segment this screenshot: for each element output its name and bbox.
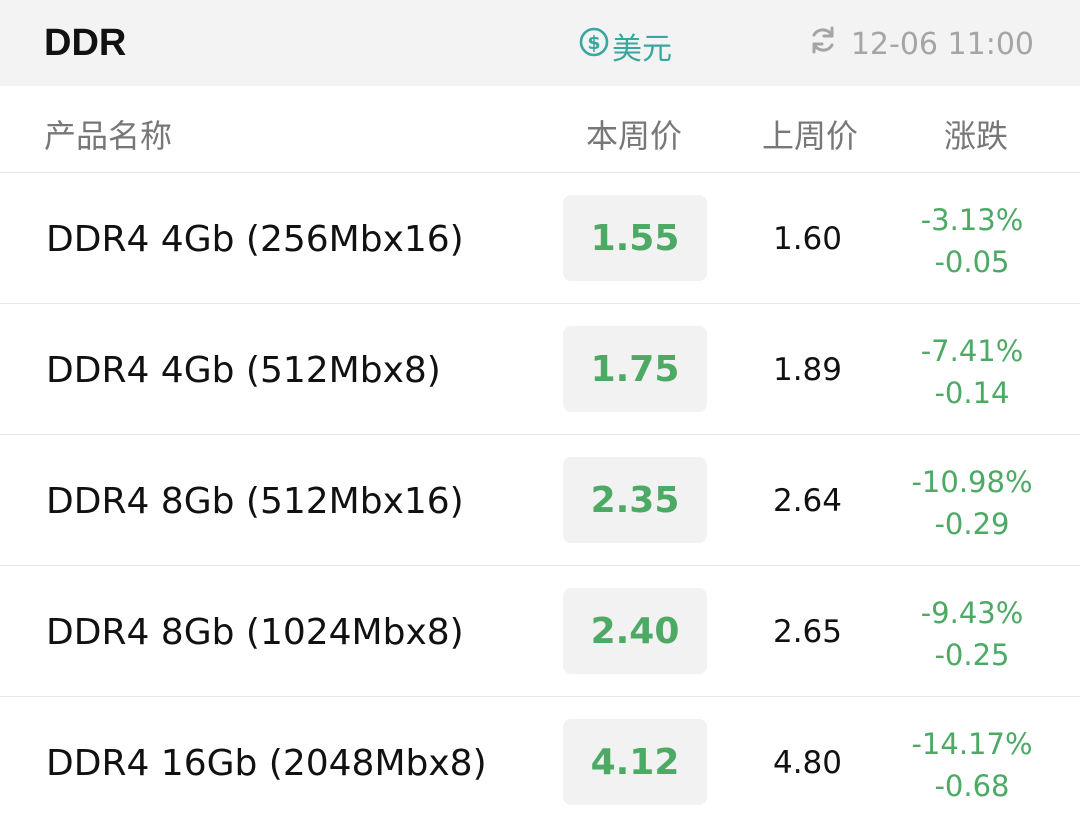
current-price: 1.55 <box>563 195 707 281</box>
table-row[interactable]: DDR4 4Gb (256Mbx16) 1.55 1.60 -3.13% -0.… <box>0 173 1080 304</box>
change-percent: -10.98% <box>911 465 1033 499</box>
change-amount: -0.68 <box>934 769 1010 803</box>
product-name: DDR4 4Gb (512Mbx8) <box>46 350 441 391</box>
product-name: DDR4 8Gb (1024Mbx8) <box>46 612 464 653</box>
price-change: -14.17% -0.68 <box>900 723 1044 807</box>
change-amount: -0.05 <box>934 245 1010 279</box>
change-amount: -0.14 <box>934 376 1010 410</box>
update-time: 12-06 11:00 <box>850 26 1034 62</box>
column-header-name[interactable]: 产品名称 <box>44 111 172 157</box>
previous-price: 1.60 <box>772 221 843 257</box>
table-row[interactable]: DDR4 8Gb (1024Mbx8) 2.40 2.65 -9.43% -0.… <box>0 566 1080 697</box>
current-price: 2.40 <box>563 588 707 674</box>
refresh-icon[interactable] <box>807 24 839 64</box>
table-row[interactable]: DDR4 4Gb (512Mbx8) 1.75 1.89 -7.41% -0.1… <box>0 304 1080 435</box>
price-change: -10.98% -0.29 <box>900 461 1044 545</box>
product-name: DDR4 16Gb (2048Mbx8) <box>46 743 487 784</box>
current-price: 1.75 <box>563 326 707 412</box>
current-price: 4.12 <box>563 719 707 805</box>
column-header-current-price[interactable]: 本周价 <box>586 111 682 157</box>
top-bar: DDR $ 美元 12-06 11:00 <box>0 0 1080 86</box>
column-header-change[interactable]: 涨跌 <box>944 111 1008 157</box>
change-percent: -7.41% <box>920 334 1024 368</box>
table-header: 产品名称 本周价 上周价 涨跌 <box>0 86 1080 173</box>
previous-price: 4.80 <box>772 745 843 781</box>
table-row[interactable]: DDR4 8Gb (512Mbx16) 2.35 2.64 -10.98% -0… <box>0 435 1080 566</box>
current-price: 2.35 <box>563 457 707 543</box>
change-percent: -14.17% <box>911 727 1033 761</box>
currency-label: 美元 <box>612 32 672 67</box>
svg-text:$: $ <box>587 32 600 54</box>
change-percent: -3.13% <box>920 203 1024 237</box>
update-info: 12-06 11:00 <box>807 24 1034 64</box>
change-amount: -0.29 <box>934 507 1010 541</box>
price-change: -3.13% -0.05 <box>900 199 1044 283</box>
table-row[interactable]: DDR4 16Gb (2048Mbx8) 4.12 4.80 -14.17% -… <box>0 697 1080 827</box>
previous-price: 2.65 <box>772 614 843 650</box>
column-header-previous-price[interactable]: 上周价 <box>762 111 858 157</box>
dollar-circle-icon: $ <box>578 26 610 66</box>
page-title: DDR <box>44 22 127 64</box>
price-table: DDR4 4Gb (256Mbx16) 1.55 1.60 -3.13% -0.… <box>0 173 1080 827</box>
price-change: -7.41% -0.14 <box>900 330 1044 414</box>
currency-toggle[interactable]: $ 美元 <box>578 24 672 68</box>
price-change: -9.43% -0.25 <box>900 592 1044 676</box>
product-name: DDR4 8Gb (512Mbx16) <box>46 481 464 522</box>
change-amount: -0.25 <box>934 638 1010 672</box>
change-percent: -9.43% <box>920 596 1024 630</box>
previous-price: 2.64 <box>772 483 843 519</box>
product-name: DDR4 4Gb (256Mbx16) <box>46 219 464 260</box>
previous-price: 1.89 <box>772 352 843 388</box>
